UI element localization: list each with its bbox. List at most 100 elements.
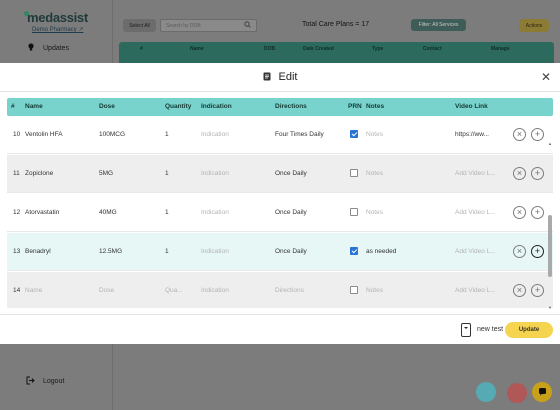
video-link-field[interactable]: https://ww...	[455, 131, 489, 138]
col-prn: PRN	[348, 103, 362, 110]
table-row: 10 Ventolin HFA 100MCG 1 Indication Four…	[7, 116, 553, 154]
quantity-field[interactable]: 1	[165, 170, 169, 177]
notes-field[interactable]: Notes	[366, 287, 383, 294]
table-scrollbar[interactable]: ▲ ▼	[548, 141, 553, 311]
plus-icon: +	[534, 207, 541, 217]
remove-row-button[interactable]: ×	[513, 284, 526, 297]
chat-button[interactable]	[532, 382, 552, 402]
indication-field[interactable]: Indication	[201, 131, 229, 138]
add-row-button[interactable]: +	[531, 284, 544, 297]
table-header: # Name Dose Quantity Indication Directio…	[7, 98, 553, 116]
row-number: 12	[13, 209, 21, 216]
test-label: new test	[477, 326, 504, 333]
notes-field[interactable]: Notes	[366, 170, 383, 177]
remove-row-button[interactable]: ×	[513, 245, 526, 258]
assistant-mascot-button[interactable]	[476, 382, 496, 402]
close-icon: ×	[516, 285, 523, 295]
bg-col-contact: Contact	[423, 46, 442, 52]
col-number: #	[11, 103, 15, 110]
scroll-up-icon[interactable]: ▲	[548, 141, 552, 146]
directions-field[interactable]: Once Daily	[275, 170, 307, 177]
col-video-link: Video Link	[455, 103, 488, 110]
select-all-button[interactable]: Select All	[123, 19, 156, 32]
pharmacy-link[interactable]: Demo Pharmacy ↗	[32, 26, 83, 33]
indication-field[interactable]: Indication	[201, 170, 229, 177]
filter-dropdown[interactable]: Filter: All Services	[411, 19, 466, 31]
close-icon: ×	[516, 129, 523, 139]
close-icon: ×	[516, 207, 523, 217]
medications-table: # Name Dose Quantity Indication Directio…	[7, 98, 553, 308]
quantity-field[interactable]: Qua...	[165, 287, 183, 294]
sidebar-item-logout[interactable]: Logout	[26, 376, 64, 387]
close-icon[interactable]: ✕	[541, 71, 551, 83]
directions-field[interactable]: Once Daily	[275, 209, 307, 216]
chat-icon	[538, 387, 547, 398]
sidebar-item-updates[interactable]: Updates	[28, 43, 69, 53]
directions-field[interactable]: Directions	[275, 287, 304, 294]
search-input[interactable]: Search by DOB	[160, 19, 257, 32]
modal-footer: new test Update	[0, 314, 560, 344]
scroll-thumb[interactable]	[548, 215, 552, 277]
table-row: 13 Benadryl 12.5MG 1 Indication Once Dai…	[7, 233, 553, 271]
video-link-field[interactable]: Add Video L...	[455, 287, 496, 294]
notes-field[interactable]: as needed	[366, 248, 396, 255]
dose-field[interactable]: 100MCG	[99, 131, 125, 138]
table-row: 11 Zopiclone 5MG 1 Indication Once Daily…	[7, 155, 553, 193]
remove-row-button[interactable]: ×	[513, 206, 526, 219]
name-field[interactable]: Benadryl	[25, 248, 51, 255]
prn-checkbox[interactable]	[350, 169, 358, 177]
dose-field[interactable]: 40MG	[99, 209, 117, 216]
search-icon	[244, 21, 251, 30]
remove-row-button[interactable]: ×	[513, 167, 526, 180]
add-row-button[interactable]: +	[531, 128, 544, 141]
app-logo: medassist	[27, 10, 88, 25]
quantity-field[interactable]: 1	[165, 209, 169, 216]
bg-col-name: Name	[190, 46, 204, 52]
actions-button[interactable]: Actions	[519, 19, 549, 32]
quantity-field[interactable]: 1	[165, 131, 169, 138]
add-row-button[interactable]: +	[531, 206, 544, 219]
directions-field[interactable]: Once Daily	[275, 248, 307, 255]
sidebar-item-label: Logout	[43, 378, 65, 385]
add-row-button[interactable]: +	[531, 245, 544, 258]
scroll-down-icon[interactable]: ▼	[548, 305, 552, 310]
dose-field[interactable]: Dose	[99, 287, 114, 294]
indication-field[interactable]: Indication	[201, 209, 229, 216]
video-link-field[interactable]: Add Video L...	[455, 248, 496, 255]
notes-field[interactable]: Notes	[366, 131, 383, 138]
name-field[interactable]: Name	[25, 287, 42, 294]
video-link-field[interactable]: Add Video L...	[455, 170, 496, 177]
notes-field[interactable]: Notes	[366, 209, 383, 216]
dose-field[interactable]: 5MG	[99, 170, 113, 177]
pharmacy-name: Demo Pharmacy	[32, 27, 77, 33]
update-button[interactable]: Update	[505, 322, 553, 338]
name-field[interactable]: Ventolin HFA	[25, 131, 63, 138]
directions-field[interactable]: Four Times Daily	[275, 131, 324, 138]
notes-button[interactable]	[507, 383, 527, 403]
indication-field[interactable]: Indication	[201, 248, 229, 255]
prn-checkbox[interactable]	[350, 247, 358, 255]
plus-icon: +	[534, 246, 541, 256]
content-area	[113, 343, 560, 410]
quantity-field[interactable]: 1	[165, 248, 169, 255]
name-field[interactable]: Atorvastatin	[25, 209, 59, 216]
prn-checkbox[interactable]	[350, 130, 358, 138]
remove-row-button[interactable]: ×	[513, 128, 526, 141]
name-field[interactable]: Zopiclone	[25, 170, 53, 177]
prn-checkbox[interactable]	[350, 286, 358, 294]
test-select-dropdown[interactable]	[461, 323, 471, 337]
care-plans-table-header	[119, 42, 554, 64]
plus-icon: +	[534, 129, 541, 139]
logout-icon	[26, 376, 35, 387]
col-indication: Indication	[201, 103, 232, 110]
col-notes: Notes	[366, 103, 385, 110]
add-row-button[interactable]: +	[531, 167, 544, 180]
row-number: 11	[13, 170, 20, 177]
col-dose: Dose	[99, 103, 115, 110]
indication-field[interactable]: Indication	[201, 287, 229, 294]
video-link-field[interactable]: Add Video L...	[455, 209, 496, 216]
prn-checkbox[interactable]	[350, 208, 358, 216]
close-icon: ×	[516, 246, 523, 256]
dose-field[interactable]: 12.5MG	[99, 248, 122, 255]
col-quantity: Quantity	[165, 103, 192, 110]
